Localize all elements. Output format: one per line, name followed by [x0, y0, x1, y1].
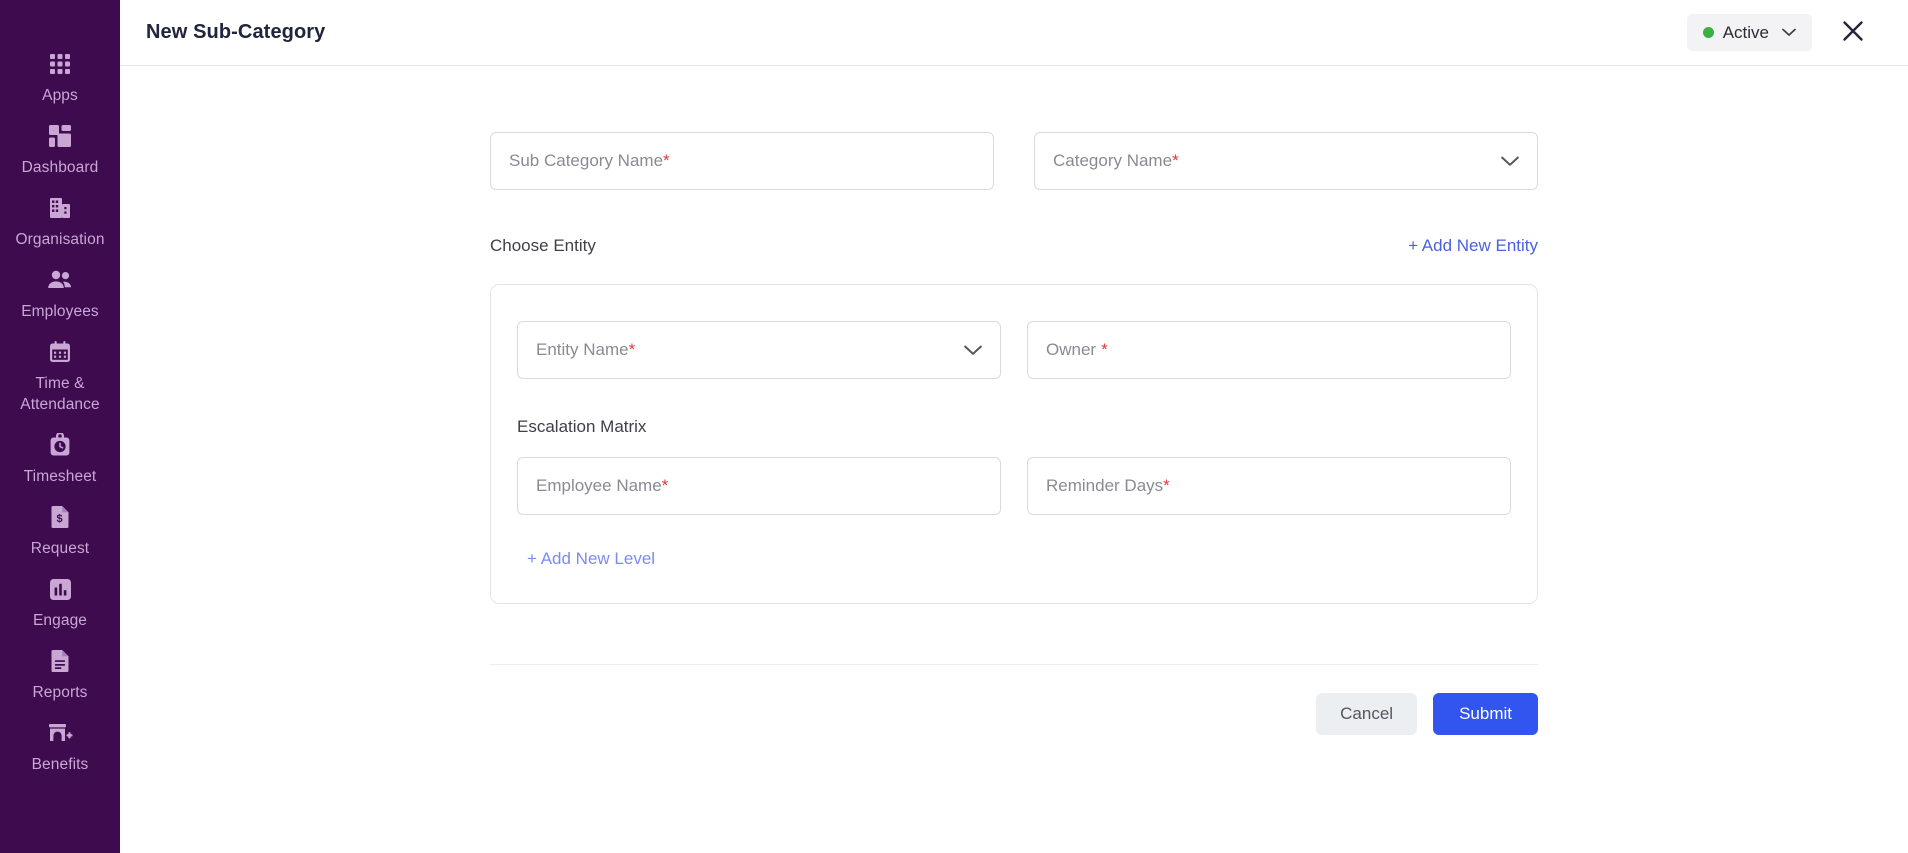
sidebar-item-label: Engage [32, 612, 88, 629]
category-name-field: Category Name * [1034, 132, 1538, 190]
dashboard-icon [46, 122, 74, 150]
cancel-button[interactable]: Cancel [1316, 693, 1418, 735]
document-dollar-icon: $ [46, 503, 74, 531]
sidebar-item-time-attendance[interactable]: Time & Attendance [0, 338, 120, 415]
required-asterisk: * [663, 151, 670, 170]
status-dot-icon [1702, 27, 1714, 38]
people-icon [46, 266, 74, 294]
form-footer: Cancel Submit [490, 665, 1538, 735]
app-root: Apps Dashboard Organisation Employees Ti… [0, 0, 1908, 853]
sidebar-item-label: Organisation [15, 231, 105, 248]
add-new-level-button[interactable]: + Add New Level [527, 549, 655, 569]
reminder-days-input[interactable]: Reminder Days * [1027, 457, 1511, 515]
status-badge[interactable]: Active [1686, 14, 1812, 51]
reminder-days-field: Reminder Days * [1027, 457, 1511, 515]
escalation-matrix-label: Escalation Matrix [517, 417, 647, 436]
chevron-down-icon [1782, 28, 1796, 37]
owner-placeholder: Owner [1046, 340, 1097, 359]
reminder-days-placeholder: Reminder Days [1046, 476, 1164, 495]
sidebar-item-organisation[interactable]: Organisation [0, 194, 120, 250]
sub-category-name-input[interactable]: Sub Category Name * [490, 132, 994, 190]
svg-text:$: $ [57, 513, 63, 525]
close-icon [1842, 20, 1864, 45]
owner-input[interactable]: Owner * [1027, 321, 1511, 379]
sidebar-item-benefits[interactable]: Benefits [0, 719, 120, 775]
required-asterisk: * [661, 476, 669, 495]
store-plus-icon [46, 719, 74, 747]
sidebar-item-label: Reports [32, 684, 88, 701]
entity-name-placeholder: Entity Name [536, 340, 629, 359]
sidebar-item-label: Employees [21, 303, 99, 320]
sidebar-item-label: Request [30, 540, 90, 557]
choose-entity-header: Choose Entity + Add New Entity [490, 236, 1538, 256]
employee-name-field: Employee Name * [517, 457, 1001, 515]
sidebar-item-label: Apps [42, 87, 78, 104]
choose-entity-label: Choose Entity [490, 236, 596, 255]
sidebar-item-reports[interactable]: Reports [0, 647, 120, 703]
form-body: Sub Category Name * Category Name * Choo… [120, 66, 1908, 853]
entity-card: Entity Name * Owner * Escalation Matrix … [490, 284, 1538, 604]
clock-bag-icon [46, 431, 74, 459]
sub-category-name-placeholder: Sub Category Name [509, 151, 664, 170]
top-fields-row: Sub Category Name * Category Name * [490, 132, 1538, 190]
sidebar-item-dashboard[interactable]: Dashboard [0, 122, 120, 178]
submit-button[interactable]: Submit [1433, 693, 1538, 735]
sub-category-name-field: Sub Category Name * [490, 132, 994, 190]
building-icon [46, 194, 74, 222]
required-asterisk: * [1163, 476, 1170, 495]
apps-grid-icon [46, 50, 74, 78]
owner-field: Owner * [1027, 321, 1511, 379]
calendar-icon [46, 338, 74, 366]
escalation-fields-row: Employee Name * Reminder Days * [517, 457, 1511, 515]
chevron-down-icon [964, 345, 982, 356]
sidebar-item-label: Time & Attendance [20, 375, 100, 413]
entity-fields-row: Entity Name * Owner * [517, 321, 1511, 379]
sidebar-item-timesheet[interactable]: Timesheet [0, 431, 120, 487]
employee-name-input[interactable]: Employee Name * [517, 457, 1001, 515]
status-badge-label: Active [1722, 22, 1769, 42]
main-panel: New Sub-Category Active Sub Category Nam… [120, 0, 1908, 853]
category-name-placeholder: Category Name [1053, 151, 1173, 170]
page-title: New Sub-Category [146, 21, 326, 43]
chevron-down-icon [1501, 156, 1519, 167]
entity-name-select[interactable]: Entity Name * [517, 321, 1001, 379]
sidebar: Apps Dashboard Organisation Employees Ti… [0, 0, 120, 853]
sidebar-item-label: Benefits [31, 756, 89, 773]
sidebar-item-request[interactable]: $ Request [0, 503, 120, 559]
required-asterisk: * [1101, 340, 1108, 359]
bar-chart-icon [46, 575, 74, 603]
sidebar-item-label: Timesheet [23, 468, 97, 485]
category-name-select[interactable]: Category Name * [1034, 132, 1538, 190]
header-actions: Active [1686, 14, 1868, 51]
sidebar-item-label: Dashboard [21, 159, 99, 176]
employee-name-placeholder: Employee Name [536, 476, 662, 495]
sidebar-item-engage[interactable]: Engage [0, 575, 120, 631]
page-header: New Sub-Category Active [120, 0, 1908, 66]
add-new-entity-button[interactable]: + Add New Entity [1408, 236, 1538, 256]
sidebar-item-employees[interactable]: Employees [0, 266, 120, 322]
required-asterisk: * [1172, 151, 1179, 170]
entity-name-field: Entity Name * [517, 321, 1001, 379]
sidebar-item-apps[interactable]: Apps [0, 50, 120, 106]
required-asterisk: * [628, 340, 636, 359]
close-button[interactable] [1838, 16, 1868, 49]
form-container: Sub Category Name * Category Name * Choo… [490, 66, 1538, 604]
document-lines-icon [46, 647, 74, 675]
